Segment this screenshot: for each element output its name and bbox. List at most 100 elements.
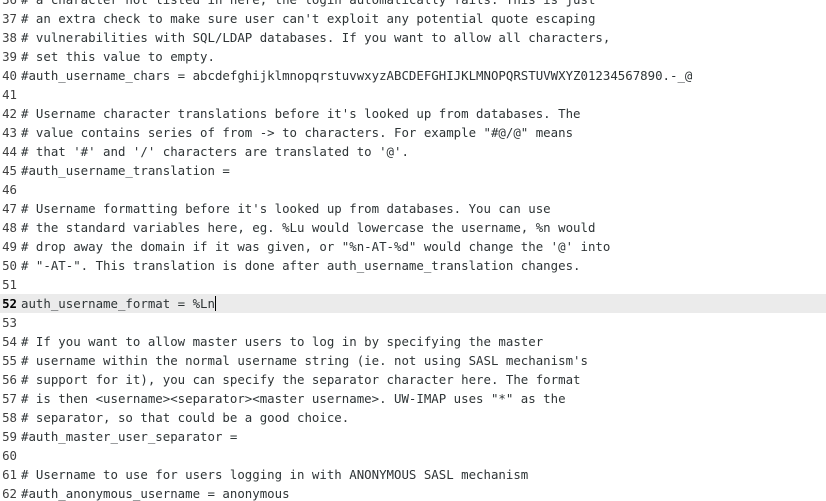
editor-line[interactable]: 47 # Username formatting before it's look…	[0, 199, 826, 218]
editor-line[interactable]: 36 # a character not listed in here, the …	[0, 0, 826, 9]
line-number: 37	[2, 11, 17, 26]
line-text[interactable]: # is then <username><separator><master u…	[21, 389, 566, 408]
editor-line[interactable]: 58 # separator, so that could be a good c…	[0, 408, 826, 427]
line-content: # is then <username><separator><master u…	[21, 391, 566, 406]
editor-line-current[interactable]: 52 auth_username_format = %Ln	[0, 294, 826, 313]
line-number: 50	[2, 258, 17, 273]
editor-line[interactable]: 48 # the standard variables here, eg. %Lu…	[0, 218, 826, 237]
line-text[interactable]: # Username character translations before…	[21, 104, 581, 123]
line-text[interactable]: # Username to use for users logging in w…	[21, 465, 528, 484]
line-content: #auth_username_translation =	[21, 163, 230, 178]
line-content: auth_username_format = %Ln	[21, 296, 215, 311]
editor-lines: 36 # a character not listed in here, the …	[0, 0, 826, 501]
text-editor[interactable]: 36 # a character not listed in here, the …	[0, 0, 826, 501]
line-number: 53	[2, 315, 17, 330]
line-number: 62	[2, 486, 17, 501]
line-number: 55	[2, 353, 17, 368]
line-text[interactable]: # separator, so that could be a good cho…	[21, 408, 349, 427]
editor-line[interactable]: 41	[0, 85, 826, 104]
editor-line[interactable]: 59 #auth_master_user_separator =	[0, 427, 826, 446]
editor-line[interactable]: 40 #auth_username_chars = abcdefghijklmno…	[0, 66, 826, 85]
line-text[interactable]: # an extra check to make sure user can't…	[21, 9, 595, 28]
line-number: 61	[2, 467, 17, 482]
editor-line[interactable]: 43 # value contains series of from -> to …	[0, 123, 826, 142]
editor-line[interactable]: 50 # "-AT-". This translation is done aft…	[0, 256, 826, 275]
line-text[interactable]: # Username formatting before it's looked…	[21, 199, 551, 218]
line-content: # separator, so that could be a good cho…	[21, 410, 350, 425]
line-text[interactable]: # "-AT-". This translation is done after…	[21, 256, 581, 275]
line-number: 54	[2, 334, 17, 349]
editor-line[interactable]: 49 # drop away the domain if it was given…	[0, 237, 826, 256]
line-content: # that '#' and '/' characters are transl…	[21, 144, 409, 159]
line-content: # Username to use for users logging in w…	[21, 467, 529, 482]
editor-line[interactable]: 61 # Username to use for users logging in…	[0, 465, 826, 484]
editor-line[interactable]: 39 # set this value to empty.	[0, 47, 826, 66]
line-content: # If you want to allow master users to l…	[21, 334, 544, 349]
line-number: 60	[2, 448, 17, 463]
editor-line[interactable]: 54 # If you want to allow master users to…	[0, 332, 826, 351]
text-cursor	[214, 296, 216, 311]
line-content: #auth_anonymous_username = anonymous	[21, 486, 290, 501]
line-content: # "-AT-". This translation is done after…	[21, 258, 581, 273]
line-text[interactable]: # If you want to allow master users to l…	[21, 332, 543, 351]
line-content: # a character not listed in here, the lo…	[21, 0, 595, 7]
line-content: # set this value to empty.	[21, 49, 215, 64]
editor-line[interactable]: 57 # is then <username><separator><master…	[0, 389, 826, 408]
line-number: 39	[2, 49, 17, 64]
line-content: #auth_username_chars = abcdefghijklmnopq…	[21, 68, 693, 83]
line-number: 48	[2, 220, 17, 235]
line-number: 43	[2, 125, 17, 140]
line-content: # drop away the domain if it was given, …	[21, 239, 611, 254]
editor-line[interactable]: 45 #auth_username_translation =	[0, 161, 826, 180]
line-text[interactable]: # username within the normal username st…	[21, 351, 588, 370]
line-number: 56	[2, 372, 17, 387]
line-number: 47	[2, 201, 17, 216]
editor-line[interactable]: 56 # support for it), you can specify the…	[0, 370, 826, 389]
line-content: # vulnerabilities with SQL/LDAP database…	[21, 30, 611, 45]
line-number: 49	[2, 239, 17, 254]
line-number: 51	[2, 277, 17, 292]
line-content: # an extra check to make sure user can't…	[21, 11, 596, 26]
line-text[interactable]: # set this value to empty.	[21, 47, 215, 66]
line-number: 46	[2, 182, 17, 197]
line-text[interactable]: # the standard variables here, eg. %Lu w…	[21, 218, 595, 237]
line-number: 45	[2, 163, 17, 178]
line-content: # username within the normal username st…	[21, 353, 588, 368]
line-number: 52	[2, 296, 17, 311]
line-content: # support for it), you can specify the s…	[21, 372, 581, 387]
line-number: 42	[2, 106, 17, 121]
editor-line[interactable]: 53	[0, 313, 826, 332]
line-text[interactable]: # vulnerabilities with SQL/LDAP database…	[21, 28, 610, 47]
line-content: # the standard variables here, eg. %Lu w…	[21, 220, 596, 235]
editor-line[interactable]: 37 # an extra check to make sure user can…	[0, 9, 826, 28]
line-content: # Username formatting before it's looked…	[21, 201, 551, 216]
line-number: 59	[2, 429, 17, 444]
line-content: # value contains series of from -> to ch…	[21, 125, 574, 140]
line-text[interactable]: #auth_username_chars = abcdefghijklmnopq…	[21, 66, 692, 85]
line-number: 38	[2, 30, 17, 45]
line-number: 40	[2, 68, 17, 83]
editor-line[interactable]: 42 # Username character translations befo…	[0, 104, 826, 123]
line-number: 44	[2, 144, 17, 159]
line-text[interactable]: #auth_anonymous_username = anonymous	[21, 484, 290, 501]
line-number: 41	[2, 87, 17, 102]
editor-line[interactable]: 38 # vulnerabilities with SQL/LDAP databa…	[0, 28, 826, 47]
line-text[interactable]: auth_username_format = %Ln	[21, 294, 216, 313]
editor-line[interactable]: 44 # that '#' and '/' characters are tran…	[0, 142, 826, 161]
line-number: 36	[0, 0, 17, 9]
line-text[interactable]: #auth_master_user_separator =	[21, 427, 237, 446]
editor-line[interactable]: 55 # username within the normal username …	[0, 351, 826, 370]
line-text[interactable]: # that '#' and '/' characters are transl…	[21, 142, 409, 161]
line-text[interactable]: # drop away the domain if it was given, …	[21, 237, 610, 256]
line-text[interactable]: #auth_username_translation =	[21, 161, 230, 180]
line-text[interactable]: # value contains series of from -> to ch…	[21, 123, 573, 142]
editor-line[interactable]: 62 #auth_anonymous_username = anonymous	[0, 484, 826, 501]
line-number: 58	[2, 410, 17, 425]
line-text[interactable]: # a character not listed in here, the lo…	[21, 0, 595, 9]
editor-line[interactable]: 51	[0, 275, 826, 294]
editor-line[interactable]: 60	[0, 446, 826, 465]
editor-line[interactable]: 46	[0, 180, 826, 199]
line-content: #auth_master_user_separator =	[21, 429, 238, 444]
line-content: # Username character translations before…	[21, 106, 581, 121]
line-text[interactable]: # support for it), you can specify the s…	[21, 370, 581, 389]
